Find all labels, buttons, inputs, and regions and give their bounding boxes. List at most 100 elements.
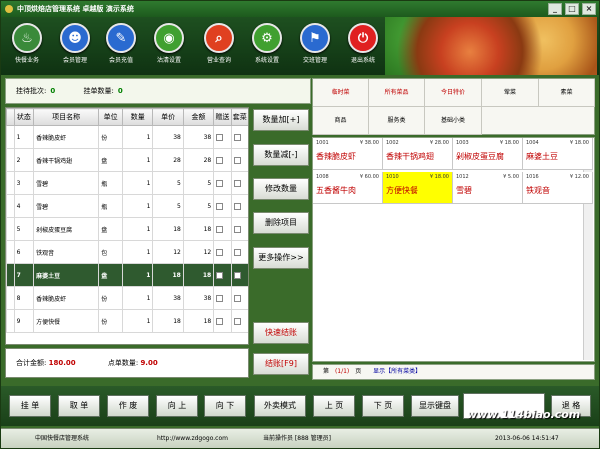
row-marker [6, 309, 15, 333]
category-tab-3[interactable]: 荤菜 [482, 79, 539, 107]
row-name: 香辣干锅鸡翅 [33, 148, 100, 172]
row-price: 5 [152, 171, 184, 195]
app-logo-icon [5, 5, 13, 13]
gift-checkbox[interactable] [216, 317, 224, 325]
edit-qty-button[interactable]: 修改数量 [253, 178, 309, 200]
table-row[interactable]: 1 香辣脆皮虾份 1 38 38 [6, 125, 248, 149]
move-down-button[interactable]: 向 下 [204, 395, 246, 417]
row-no: 6 [13, 240, 35, 264]
minimize-button[interactable]: _ [548, 3, 562, 15]
gift-checkbox[interactable] [216, 225, 224, 233]
gift-checkbox[interactable] [216, 179, 224, 187]
dish-card[interactable]: 1003 ¥ 18.00 剁椒皮蛋豆腐 [453, 138, 523, 170]
gear-icon: ⚙ [252, 23, 282, 53]
quick-checkout-button[interactable]: 快速结账 [253, 322, 309, 344]
retrieve-order-button[interactable]: 取 单 [58, 395, 100, 417]
dish-card[interactable]: 1012 ¥ 5.00 雪碧 [453, 172, 523, 204]
qty-plus-button[interactable]: 数量加[+] [253, 109, 309, 131]
table-row[interactable]: 3 雪碧瓶 1 5 5 [6, 171, 248, 195]
checkout-button[interactable]: 结账[F9] [253, 353, 309, 375]
toolbar-button-3[interactable]: ◉ 沽清设置 [147, 21, 191, 73]
gift-checkbox[interactable] [216, 156, 224, 164]
table-row[interactable]: 5 剁椒皮蛋豆腐盘 1 18 18 [6, 217, 248, 241]
set-meal-checkbox[interactable] [233, 133, 241, 141]
dish-card[interactable]: 1002 ¥ 28.00 香辣干锅鸡翅 [383, 138, 453, 170]
set-meal-checkbox[interactable] [233, 271, 241, 279]
delete-item-button[interactable]: 删除项目 [253, 212, 309, 234]
category-tab-7[interactable]: 基础小类 [425, 107, 482, 135]
row-amount: 38 [182, 125, 215, 149]
gift-checkbox[interactable] [216, 202, 224, 210]
hold-order-button[interactable]: 挂 单 [9, 395, 51, 417]
toolbar-button-0[interactable]: ♨ 快餐业务 [5, 21, 49, 73]
takeout-mode-button[interactable]: 外卖模式 [254, 395, 306, 417]
gift-checkbox-cell [213, 240, 232, 264]
dish-price: ¥ 38.00 [359, 140, 379, 146]
set-checkbox-cell [230, 194, 248, 218]
row-qty: 1 [122, 309, 154, 333]
row-marker [6, 125, 15, 149]
table-row[interactable]: 4 雪碧瓶 1 5 5 [6, 194, 248, 218]
shift-icon: ⚑ [300, 23, 330, 53]
dish-card[interactable]: 1004 ¥ 18.00 麻婆土豆 [523, 138, 593, 170]
status-url: http://www.zdgogo.com [157, 435, 228, 442]
toolbar-button-2[interactable]: ✎ 会员充值 [99, 21, 143, 73]
col-header: 项目名称 [33, 108, 100, 126]
toolbar-button-4[interactable]: ⌕ 营业查询 [197, 21, 241, 73]
dish-card[interactable]: 1010 ¥ 18.00 方便快餐 [383, 172, 453, 204]
dish-name: 剁椒皮蛋豆腐 [456, 152, 504, 161]
toolbar-label: 沽清设置 [156, 57, 181, 64]
table-row[interactable]: 6 铁观音包 1 12 12 [6, 240, 248, 264]
set-meal-checkbox[interactable] [233, 317, 241, 325]
table-row[interactable]: 9 方便快餐份 1 18 18 [6, 309, 248, 333]
show-keyboard-button[interactable]: 显示键盘 [411, 395, 459, 417]
set-meal-checkbox[interactable] [233, 248, 241, 256]
window-title: 中顶烘焙店管理系统 卓越版 演示系统 [17, 5, 134, 13]
gift-checkbox[interactable] [216, 248, 224, 256]
table-row[interactable]: 8 香辣脆皮虾份 1 38 38 [6, 286, 248, 310]
set-meal-checkbox[interactable] [233, 156, 241, 164]
set-meal-checkbox[interactable] [233, 294, 241, 302]
toolbar-label: 会员管理 [62, 57, 87, 64]
void-button[interactable]: 作 废 [107, 395, 149, 417]
row-qty: 1 [122, 263, 154, 287]
set-meal-checkbox[interactable] [233, 202, 241, 210]
table-row[interactable]: 7 麻婆土豆盘 1 18 18 [6, 263, 248, 287]
dish-card[interactable]: 1008 ¥ 60.00 五香酱牛肉 [313, 172, 383, 204]
row-price: 28 [152, 148, 184, 172]
gift-checkbox[interactable] [216, 294, 224, 302]
maximize-button[interactable]: □ [565, 3, 579, 15]
more-actions-button[interactable]: 更多操作>> [253, 247, 309, 269]
gift-checkbox-cell [213, 125, 232, 149]
dish-price: ¥ 12.00 [569, 174, 589, 180]
category-tab-2[interactable]: 今日特价 [425, 79, 482, 107]
gift-checkbox[interactable] [216, 271, 224, 279]
category-tab-5[interactable]: 商品 [313, 107, 369, 135]
close-button[interactable]: × [582, 3, 596, 15]
dish-card[interactable]: 1016 ¥ 12.00 铁观音 [523, 172, 593, 204]
prev-page-button[interactable]: 上 页 [313, 395, 355, 417]
category-tab-4[interactable]: 素菜 [539, 79, 595, 107]
category-tab-6[interactable]: 服务类 [369, 107, 425, 135]
toolbar-button-5[interactable]: ⚙ 系统设置 [245, 21, 289, 73]
next-page-button[interactable]: 下 页 [362, 395, 404, 417]
move-up-button[interactable]: 向 上 [156, 395, 198, 417]
set-meal-checkbox[interactable] [233, 225, 241, 233]
qty-minus-button[interactable]: 数量减[-] [253, 144, 309, 166]
total-qty-value: 9.00 [140, 359, 158, 367]
toolbar-button-7[interactable]: ⏻ 退出系统 [341, 21, 385, 73]
gift-checkbox[interactable] [216, 133, 224, 141]
category-tab-1[interactable]: 所有菜品 [369, 79, 425, 107]
set-meal-checkbox[interactable] [233, 179, 241, 187]
toolbar-button-6[interactable]: ⚑ 交班管理 [293, 21, 337, 73]
row-qty: 1 [122, 171, 154, 195]
row-price: 5 [152, 194, 184, 218]
category-tab-0[interactable]: 临时菜 [313, 79, 369, 107]
dish-price: ¥ 18.00 [429, 174, 449, 180]
row-marker [6, 171, 15, 195]
dish-card[interactable]: 1001 ¥ 38.00 香辣脆皮虾 [313, 138, 383, 170]
toolbar-button-1[interactable]: ☻ 会员管理 [53, 21, 97, 73]
row-price: 12 [152, 240, 184, 264]
table-row[interactable]: 2 香辣干锅鸡翅盘 1 28 28 [6, 148, 248, 172]
set-checkbox-cell [230, 309, 248, 333]
